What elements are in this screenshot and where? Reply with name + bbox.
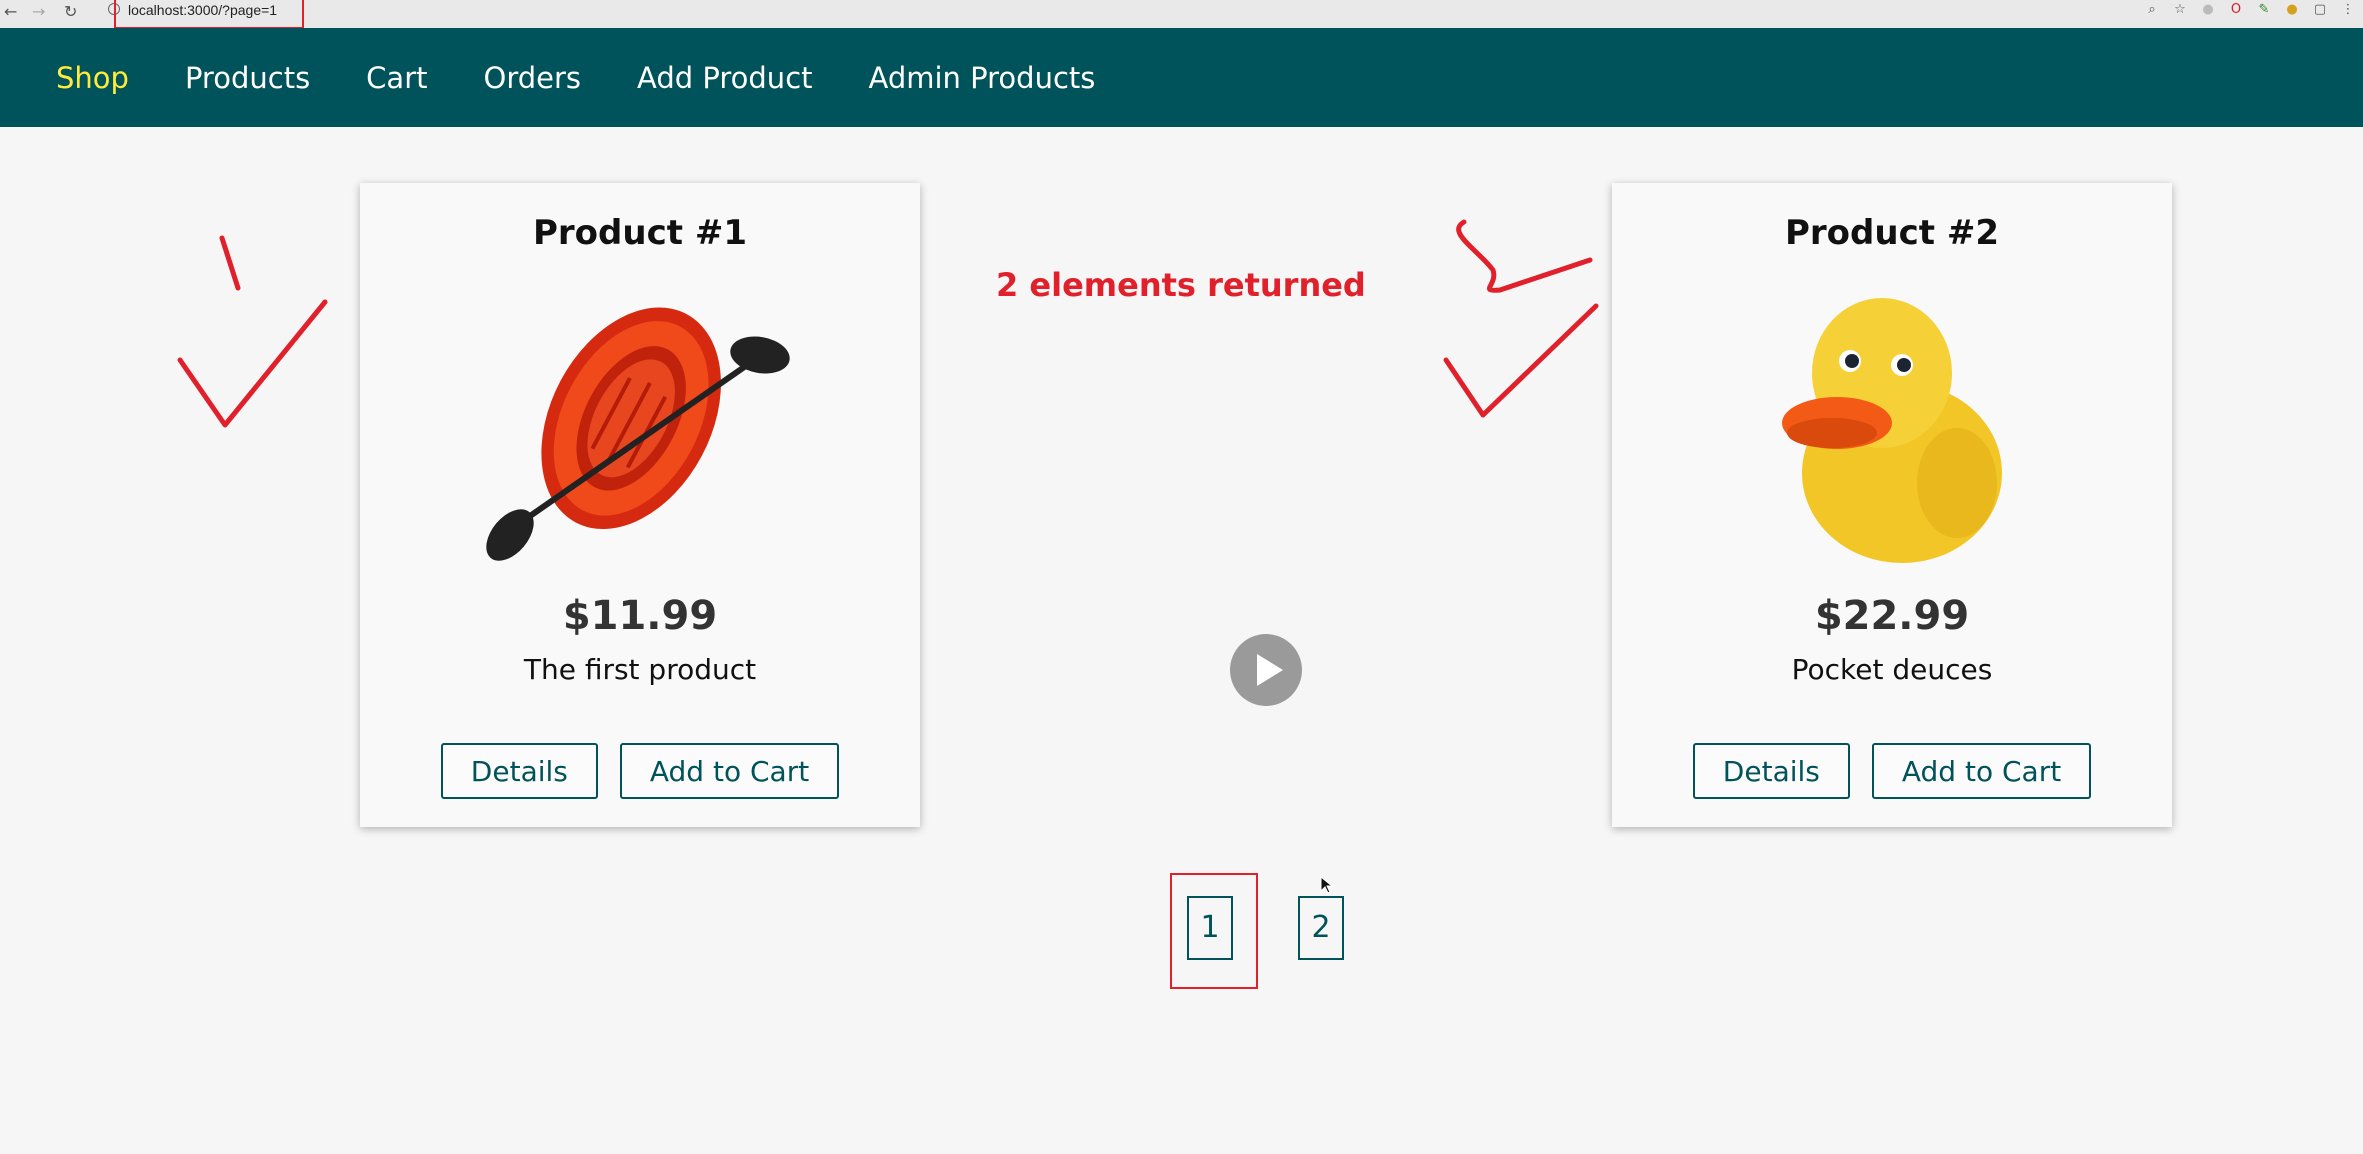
back-icon[interactable]: ← — [4, 2, 17, 22]
reload-icon[interactable]: ↻ — [64, 2, 77, 22]
product-price: $22.99 — [1814, 593, 1970, 639]
details-button[interactable]: Details — [440, 743, 598, 799]
url-highlight-annotation — [114, 0, 304, 29]
nav-orders[interactable]: Orders — [484, 61, 582, 95]
window-icon[interactable]: ▢ — [2313, 3, 2327, 17]
product-title: Product #2 — [1785, 213, 1999, 253]
add-to-cart-button[interactable]: Add to Cart — [1871, 743, 2092, 799]
page-highlight-annotation — [1170, 873, 1258, 989]
pen-extension-icon[interactable]: ✎ — [2257, 3, 2271, 17]
product-price: $11.99 — [562, 593, 718, 639]
product-actions: Details Add to Cart — [360, 743, 920, 799]
nav-admin-products[interactable]: Admin Products — [869, 61, 1096, 95]
mouse-cursor-icon — [1320, 876, 1334, 894]
details-button[interactable]: Details — [1692, 743, 1850, 799]
nav-products[interactable]: Products — [185, 61, 310, 95]
main-header: Shop Products Cart Orders Add Product Ad… — [0, 28, 2363, 127]
product-card: Product #2 $22.99 Pocket deuces Details … — [1612, 183, 2172, 827]
product-title: Product #1 — [533, 213, 747, 253]
extension-icon[interactable]: ● — [2201, 3, 2215, 17]
rubber-duck-image — [1782, 298, 2002, 563]
inflatable-boat-image — [486, 307, 790, 561]
forward-icon[interactable]: → — [32, 2, 45, 22]
checkmark-annotation-icon — [1443, 219, 1599, 418]
product-actions: Details Add to Cart — [1612, 743, 2172, 799]
product-card: Product #1 $11.99 The first product Deta… — [360, 183, 920, 827]
zoom-icon[interactable]: ⌕ — [2145, 3, 2159, 17]
nav-add-product[interactable]: Add Product — [637, 61, 812, 95]
nav-cart[interactable]: Cart — [366, 61, 427, 95]
checkmark-annotation-icon — [177, 235, 328, 428]
bookmark-star-icon[interactable]: ☆ — [2173, 3, 2187, 17]
extension-yellow-icon[interactable]: ● — [2285, 3, 2299, 17]
page-link-2[interactable]: 2 — [1298, 896, 1344, 960]
product-description: Pocket deuces — [1791, 653, 1993, 686]
product-description: The first product — [523, 653, 757, 686]
add-to-cart-button[interactable]: Add to Cart — [619, 743, 840, 799]
main-nav: Shop Products Cart Orders Add Product Ad… — [56, 28, 1095, 127]
annotation-text: 2 elements returned — [996, 266, 1366, 304]
opera-extension-icon[interactable]: O — [2229, 3, 2243, 17]
nav-shop[interactable]: Shop — [56, 61, 129, 95]
play-button-icon[interactable] — [1230, 634, 1302, 706]
browser-toolbar: ← → ↻ localhost:3000/?page=1 ⌕ ☆ ● O ✎ ●… — [0, 0, 2363, 29]
menu-icon[interactable]: ⋮ — [2341, 3, 2355, 17]
